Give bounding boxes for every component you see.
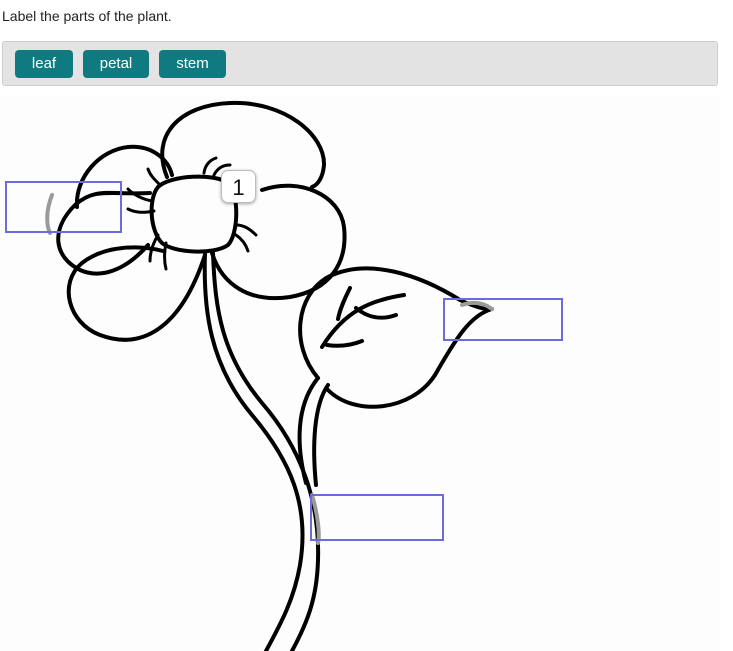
leaf-vein-bottom [325,339,364,348]
stamen-4 [234,233,250,253]
word-chip-petal[interactable]: petal [83,50,149,78]
word-bank: leaf petal stem [2,41,718,86]
hint-badge[interactable]: 1 [221,170,256,203]
leaf-stalk-outline-inner [312,383,330,487]
word-chip-leaf[interactable]: leaf [15,50,73,78]
petal-bottom-left-outline [66,245,207,342]
label-drop-zone-1[interactable] [5,181,122,233]
label-drop-zone-2[interactable] [443,298,563,341]
stamen-8 [163,241,168,271]
plant-illustration [45,100,494,651]
question-text: Label the parts of the plant. [2,8,172,24]
stamen-9 [146,167,162,187]
leaf-vein-main [320,293,406,349]
stamen-1 [202,156,218,175]
label-drop-zone-3[interactable] [310,494,444,541]
word-chip-stem[interactable]: stem [159,50,226,78]
plant-drawing-area: 1 [0,95,720,651]
stamen-3 [234,223,258,237]
